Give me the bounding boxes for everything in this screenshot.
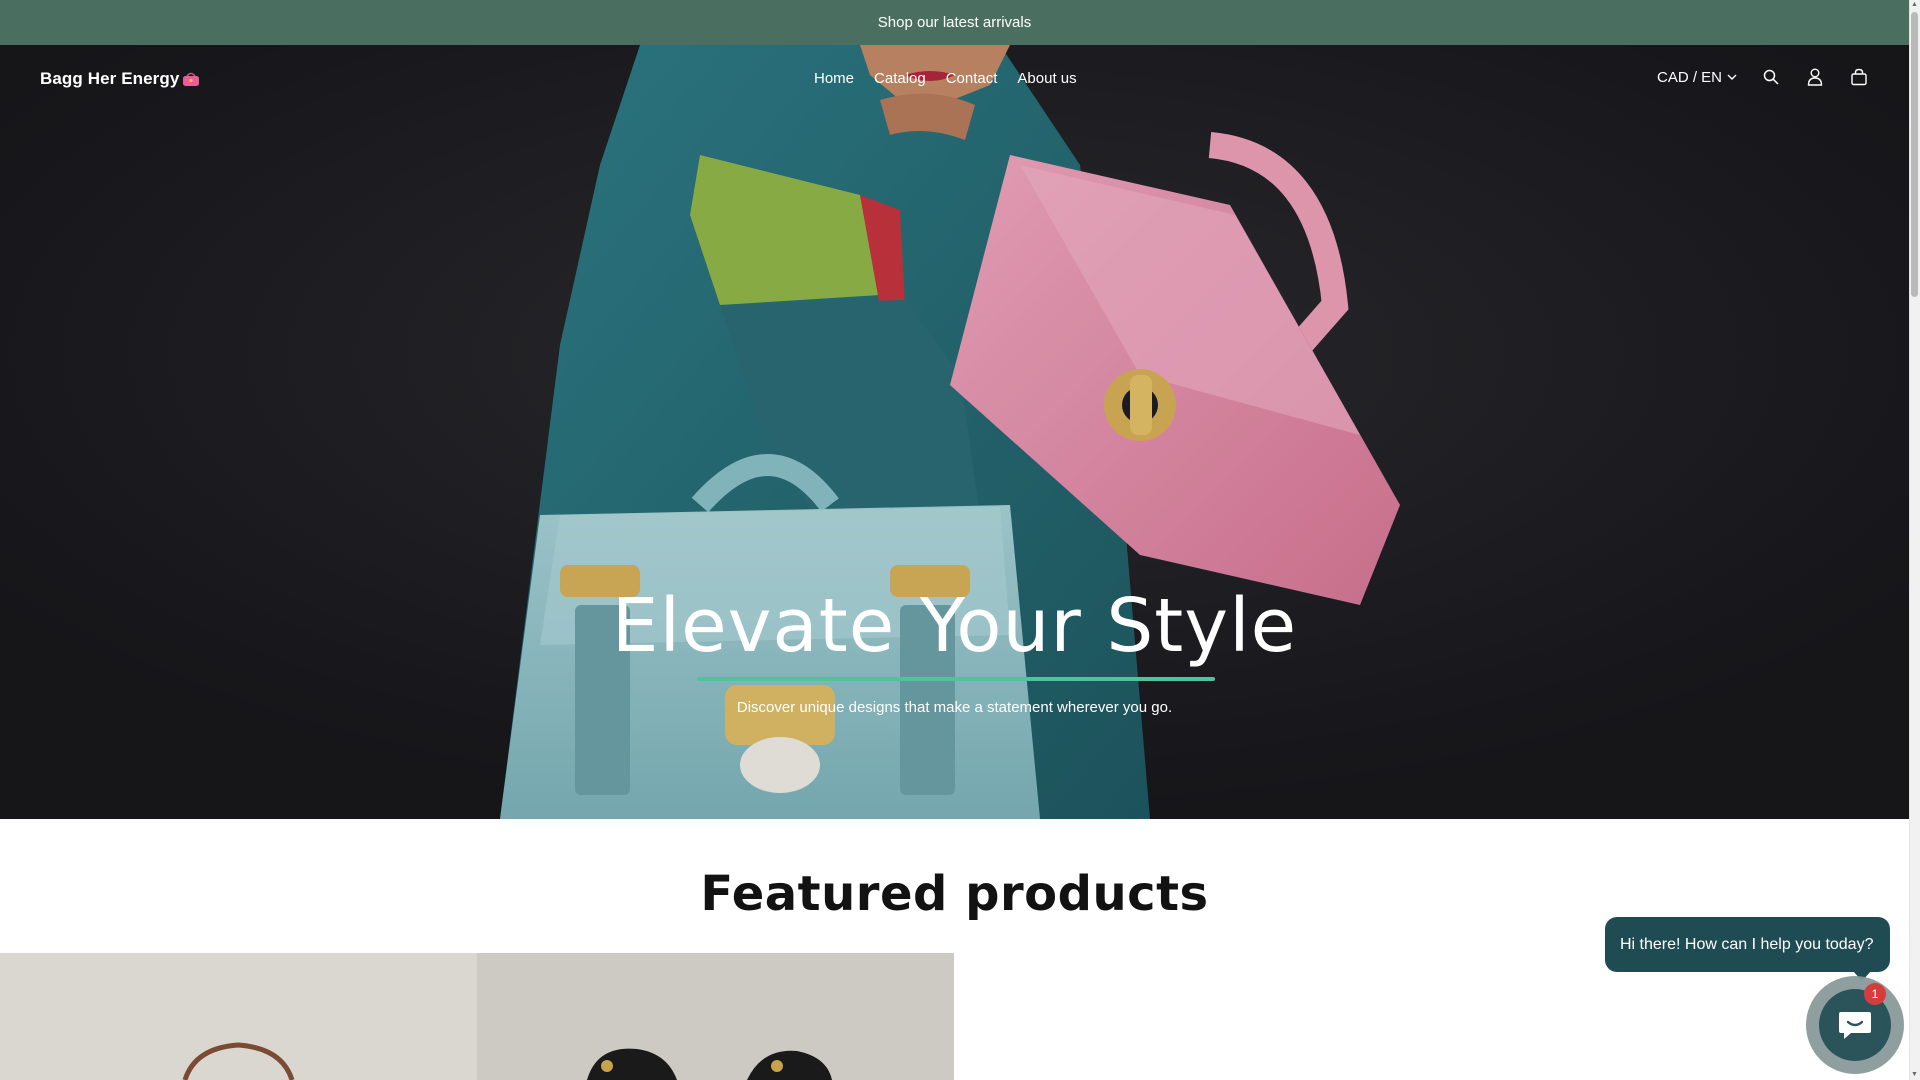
account-icon[interactable] [1805,67,1825,87]
scroll-down-arrow-icon[interactable]: ▼ [1911,1071,1918,1079]
site-logo[interactable]: Bagg Her Energy [40,69,200,89]
scroll-up-arrow-icon[interactable]: ▲ [1911,1,1918,9]
chevron-down-icon [1727,74,1737,80]
announcement-bar[interactable]: Shop our latest arrivals [0,0,1909,45]
product-image [0,953,477,1080]
chat-greeting-bubble[interactable]: Hi there! How can I help you today? [1605,917,1890,981]
chat-greeting-text[interactable]: Hi there! How can I help you today? [1620,936,1873,954]
locale-label[interactable]: CAD / EN [1657,69,1722,86]
chat-unread-badge: 1 [1864,983,1886,1005]
locale-selector[interactable]: CAD / EN [1657,69,1737,86]
page-scrollbar[interactable]: ▲ ▼ [1909,0,1920,1080]
purse-icon [183,72,200,86]
main-nav: Home Catalog Contact About us [814,70,1077,87]
announcement-text[interactable]: Shop our latest arrivals [878,14,1031,31]
logo-text[interactable]: Bagg Her Energy [40,69,179,89]
hero-title-underline [697,677,1215,681]
product-card[interactable] [477,953,954,1080]
cart-icon[interactable] [1849,67,1869,87]
nav-contact[interactable]: Contact [946,70,998,87]
scrollbar-thumb[interactable] [1911,12,1918,297]
product-card[interactable] [0,953,477,1080]
hero-title: Elevate Your Style [611,583,1298,669]
featured-products-heading: Featured products [700,866,1209,922]
header-actions: CAD / EN [1657,67,1869,87]
nav-home[interactable]: Home [814,70,854,87]
page: Shop our latest arrivals Bagg Her Energy… [0,0,1909,1080]
chat-icon [1839,1012,1871,1039]
hero-subtitle: Discover unique designs that make a stat… [736,699,1173,716]
site-header: Bagg Her Energy Home Catalog Contact Abo… [0,45,1909,115]
nav-about-us[interactable]: About us [1017,70,1076,87]
product-image [477,953,954,1080]
search-icon[interactable] [1761,67,1781,87]
chat-launcher-button[interactable] [1806,976,1904,1074]
nav-catalog[interactable]: Catalog [874,70,926,87]
